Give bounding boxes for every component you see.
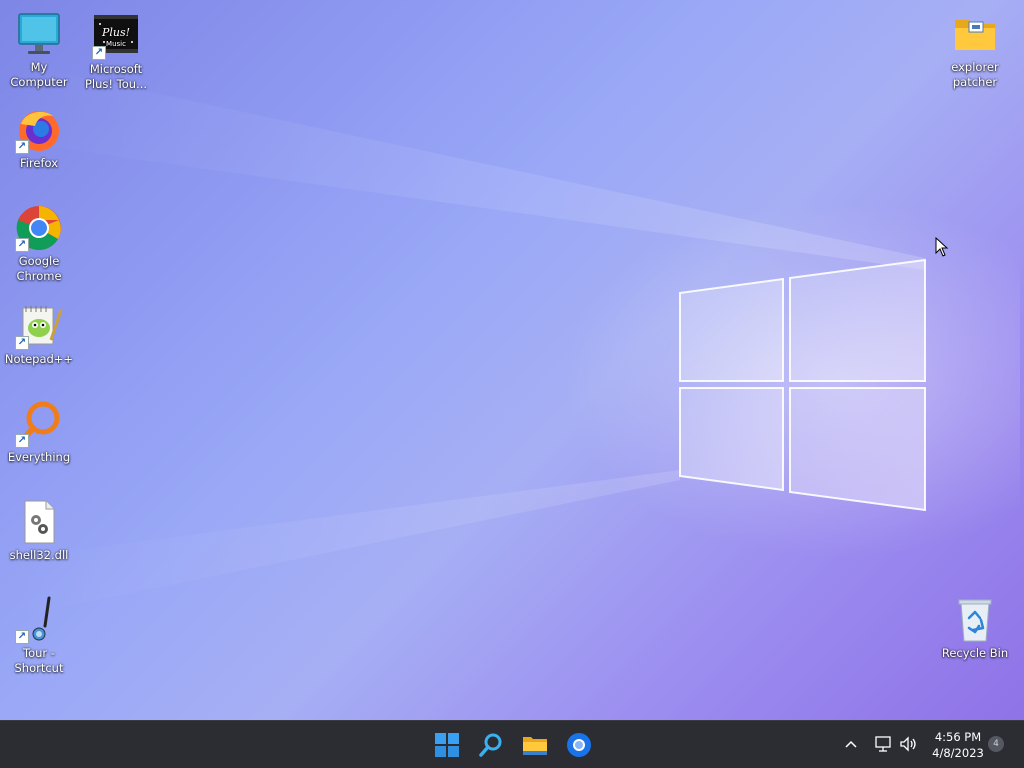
desktop-icon-notepadpp[interactable]: ↗ Notepad++ [1,302,77,367]
taskbar-search-button[interactable] [474,729,508,761]
chrome-taskbar-icon [567,733,591,757]
svg-text:Plus!: Plus! [101,26,130,39]
start-button[interactable] [430,729,464,761]
chrome-icon: ↗ [15,204,63,252]
desktop-icon-label: My Computer [10,60,68,89]
desktop-icon-label: shell32.dll [9,548,69,562]
desktop-icon-label: Tour - Shortcut [14,646,64,675]
notepadpp-icon: ↗ [15,302,63,350]
search-magnifier-icon: ↗ [15,400,63,448]
desktop-icon-firefox[interactable]: ↗ Firefox [1,106,77,171]
desktop-icon-microsoft-plus[interactable]: Plus! Music ↗ Microsoft Plus! Tou... [78,12,154,92]
wallpaper-windows-logo [0,60,926,620]
file-explorer-icon [523,737,547,755]
shortcut-arrow-icon: ↗ [15,238,29,252]
plus-music-icon: Plus! Music ↗ [92,12,140,60]
desktop-icon-my-computer[interactable]: My Computer [1,10,77,90]
desktop-icon-tour[interactable]: ↗ Tour - Shortcut [1,596,77,676]
taskbar-chrome-button[interactable] [562,729,596,761]
clock-time: 4:56 PM [934,730,982,744]
folder-icon [951,10,999,58]
shortcut-arrow-icon: ↗ [15,630,29,644]
notification-count-badge[interactable]: 4 [988,736,1004,752]
desktop-icon-google-chrome[interactable]: ↗ Google Chrome [1,204,77,284]
desktop-icon-label: Recycle Bin [941,646,1009,660]
desktop-icon-everything[interactable]: ↗ Everything [1,400,77,465]
desktop-icon-label: Notepad++ [4,352,74,366]
shortcut-arrow-icon: ↗ [15,140,29,154]
desktop[interactable]: My Computer Plus! Music ↗ Microsoft Plus!… [0,0,1024,720]
search-icon [479,733,502,757]
windows-start-icon [435,733,459,757]
tour-icon: ↗ [15,596,63,644]
volume-icon[interactable] [898,734,918,754]
desktop-icon-label: Everything [7,450,71,464]
show-hidden-icons-chevron-icon[interactable] [842,735,860,753]
shortcut-arrow-icon: ↗ [15,434,29,448]
svg-text:Music: Music [106,40,126,48]
monitor-icon [15,10,63,58]
taskbar: 4:56 PM 4/8/2023 [0,720,1024,768]
taskbar-clock[interactable]: 4:56 PM 4/8/2023 [924,729,992,761]
dll-file-icon [15,498,63,546]
desktop-icon-explorer-patcher[interactable]: explorer patcher [937,10,1013,90]
desktop-icon-label: Microsoft Plus! Tou... [84,62,148,91]
mouse-pointer-icon [935,237,949,257]
network-icon[interactable] [873,734,893,754]
desktop-icon-label: explorer patcher [951,60,999,89]
taskbar-file-explorer-button[interactable] [518,729,552,761]
firefox-icon: ↗ [15,106,63,154]
desktop-icon-label: Firefox [19,156,59,170]
desktop-icon-shell32[interactable]: shell32.dll [1,498,77,563]
desktop-icon-label: Google Chrome [16,254,62,283]
shortcut-arrow-icon: ↗ [92,46,106,60]
desktop-icon-recycle-bin[interactable]: Recycle Bin [937,596,1013,661]
recycle-bin-icon [951,596,999,644]
clock-date: 4/8/2023 [932,746,984,760]
shortcut-arrow-icon: ↗ [15,336,29,350]
